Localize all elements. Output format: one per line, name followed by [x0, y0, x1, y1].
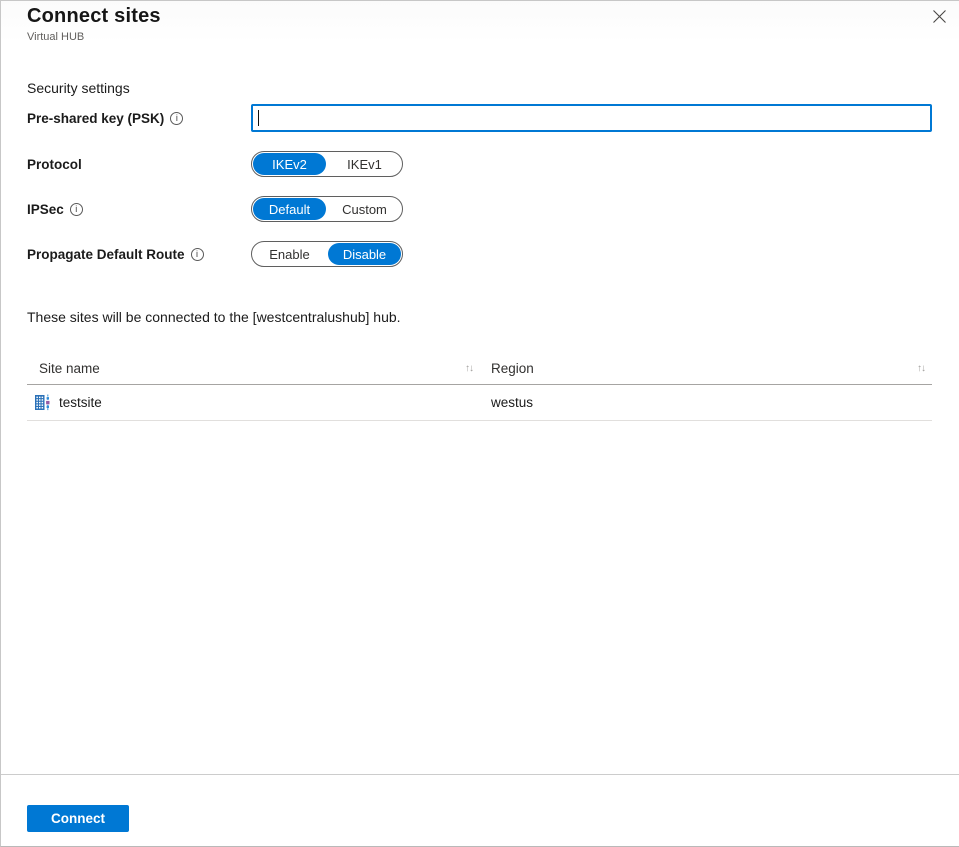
table-header-row: Site name ↑↓ Region ↑↓ — [27, 352, 932, 385]
ipsec-row: IPSec i Default Custom — [27, 196, 932, 222]
protocol-row: Protocol IKEv2 IKEv1 — [27, 151, 932, 177]
propagate-route-label: Propagate Default Route i — [27, 247, 251, 262]
propagate-route-row: Propagate Default Route i Enable Disable — [27, 241, 932, 267]
protocol-label-text: Protocol — [27, 157, 82, 172]
connect-button[interactable]: Connect — [27, 805, 129, 832]
sites-table: Site name ↑↓ Region ↑↓ — [27, 352, 932, 421]
page-subtitle: Virtual HUB — [27, 31, 959, 43]
protocol-option-ikev2[interactable]: IKEv2 — [253, 153, 326, 175]
ipsec-label-text: IPSec — [27, 202, 64, 217]
vpn-site-icon — [34, 394, 51, 411]
connect-sites-panel: Connect sites Virtual HUB Security setti… — [0, 0, 959, 847]
region-value: westus — [491, 395, 533, 410]
protocol-option-ikev1[interactable]: IKEv1 — [328, 153, 401, 175]
info-icon[interactable]: i — [191, 248, 204, 261]
page-title: Connect sites — [27, 5, 959, 28]
column-header-site-name[interactable]: Site name ↑↓ — [27, 361, 491, 376]
site-name-cell: testsite — [27, 394, 491, 411]
ipsec-toggle: Default Custom — [251, 196, 403, 222]
propagate-option-disable[interactable]: Disable — [328, 243, 401, 265]
panel-footer: Connect — [1, 774, 959, 846]
panel-header: Connect sites Virtual HUB — [1, 1, 959, 43]
propagate-route-toggle: Enable Disable — [251, 241, 403, 267]
psk-label-text: Pre-shared key (PSK) — [27, 111, 164, 126]
close-button[interactable] — [927, 5, 951, 29]
propagate-option-enable[interactable]: Enable — [253, 243, 326, 265]
text-caret — [258, 110, 259, 126]
info-icon[interactable]: i — [170, 112, 183, 125]
column-header-region-label: Region — [491, 361, 534, 376]
sort-icon[interactable]: ↑↓ — [465, 363, 473, 374]
panel-content: Security settings Pre-shared key (PSK) i… — [1, 80, 959, 421]
sites-note: These sites will be connected to the [we… — [27, 309, 932, 325]
column-header-site-name-label: Site name — [39, 361, 100, 376]
info-icon[interactable]: i — [70, 203, 83, 216]
table-row[interactable]: testsite westus — [27, 385, 932, 421]
propagate-route-label-text: Propagate Default Route — [27, 247, 185, 262]
region-cell: westus — [491, 395, 932, 410]
site-name-value: testsite — [59, 395, 102, 410]
section-title-security-settings: Security settings — [27, 80, 932, 96]
psk-row: Pre-shared key (PSK) i — [27, 104, 932, 132]
psk-input[interactable] — [251, 104, 932, 132]
sort-icon[interactable]: ↑↓ — [917, 363, 925, 374]
psk-label: Pre-shared key (PSK) i — [27, 111, 251, 126]
protocol-label: Protocol — [27, 157, 251, 172]
ipsec-label: IPSec i — [27, 202, 251, 217]
close-icon — [932, 9, 947, 24]
column-header-region[interactable]: Region ↑↓ — [491, 361, 932, 376]
ipsec-option-custom[interactable]: Custom — [328, 198, 401, 220]
ipsec-option-default[interactable]: Default — [253, 198, 326, 220]
protocol-toggle: IKEv2 IKEv1 — [251, 151, 403, 177]
